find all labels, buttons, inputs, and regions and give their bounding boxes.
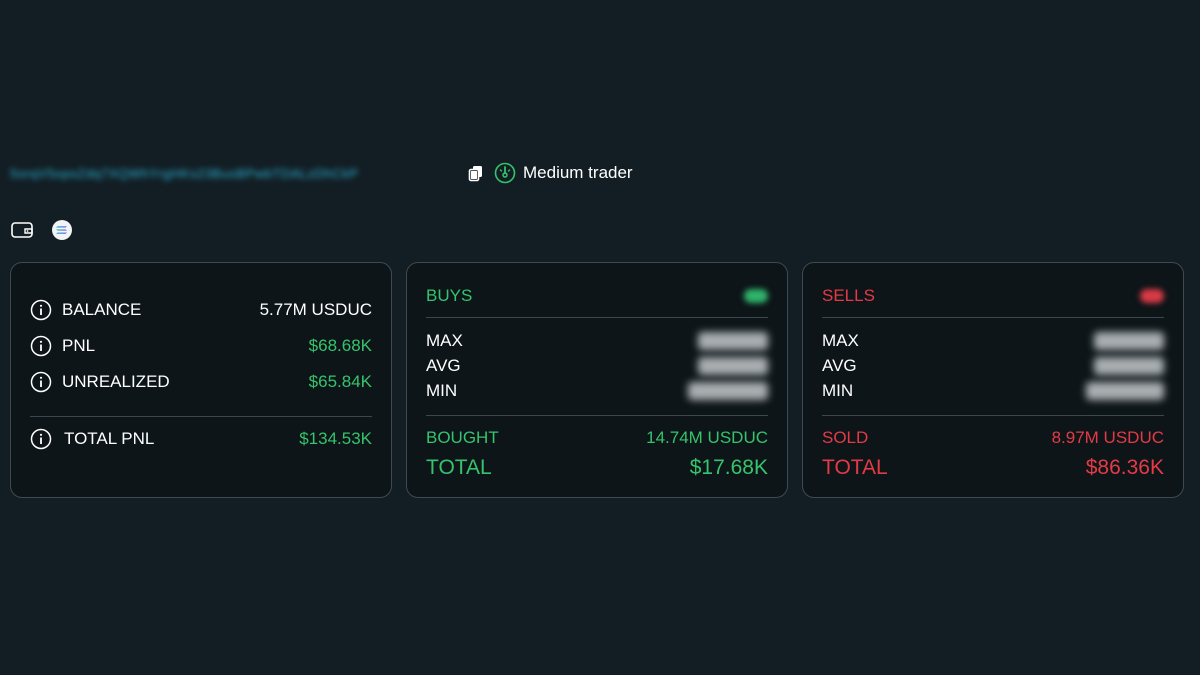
chain-toolbar <box>10 218 90 242</box>
info-icon[interactable] <box>30 299 52 321</box>
total-pnl-label: TOTAL PNL <box>64 429 155 448</box>
redacted-value <box>1094 332 1164 350</box>
info-icon[interactable] <box>30 371 52 393</box>
sells-header: SELLS <box>822 285 1164 307</box>
total-label: TOTAL <box>426 456 492 479</box>
pnl-value: $68.68K <box>308 336 372 355</box>
card-divider <box>426 317 768 318</box>
card-divider <box>822 415 1164 416</box>
redacted-value <box>1086 382 1164 400</box>
balance-row: BALANCE 5.77M USDUC <box>30 298 372 322</box>
sells-total-value: $86.36K <box>1085 456 1164 479</box>
redacted-value <box>698 332 768 350</box>
avg-label: AVG <box>426 356 461 375</box>
sells-count-badge <box>1140 289 1164 303</box>
sold-label: SOLD <box>822 428 869 447</box>
buys-avg-row: AVG <box>426 355 768 377</box>
buys-max-row: MAX <box>426 330 768 352</box>
info-icon[interactable] <box>30 335 52 357</box>
card-divider <box>426 415 768 416</box>
gauge-icon <box>494 162 516 184</box>
balance-value: 5.77M USDUC <box>259 300 372 319</box>
sold-value: 8.97M USDUC <box>1051 428 1164 447</box>
copy-icon[interactable] <box>466 163 486 183</box>
total-label: TOTAL <box>822 456 888 479</box>
sells-card: SELLS MAX AVG MIN SOLD 8.97M USDUC TOTAL… <box>802 262 1184 498</box>
pnl-row: PNL $68.68K <box>30 334 372 358</box>
bought-row: BOUGHT 14.74M USDUC <box>426 426 768 450</box>
buys-title: BUYS <box>426 286 473 305</box>
min-label: MIN <box>822 381 854 400</box>
sells-total-row: TOTAL $86.36K <box>822 454 1164 482</box>
balance-label: BALANCE <box>62 300 142 319</box>
wallet-header: 5orqV5opsZdq7XQWhYrgHKs23BusBPwbTDALzDhC… <box>10 160 633 186</box>
buys-count-badge <box>744 289 768 303</box>
sold-row: SOLD 8.97M USDUC <box>822 426 1164 450</box>
card-divider <box>30 416 372 417</box>
buys-total-row: TOTAL $17.68K <box>426 454 768 482</box>
max-label: MAX <box>822 331 859 350</box>
unrealized-row: UNREALIZED $65.84K <box>30 370 372 394</box>
sells-title: SELLS <box>822 286 875 305</box>
redacted-value <box>698 357 768 375</box>
info-icon[interactable] <box>30 428 52 450</box>
bought-value: 14.74M USDUC <box>646 428 768 447</box>
trader-badge: Medium trader <box>494 162 633 184</box>
wallet-address[interactable]: 5orqV5opsZdq7XQWhYrgHKs23BusBPwbTDALzDhC… <box>10 166 458 181</box>
sells-avg-row: AVG <box>822 355 1164 377</box>
trader-type-label: Medium trader <box>523 163 633 182</box>
max-label: MAX <box>426 331 463 350</box>
min-label: MIN <box>426 381 458 400</box>
buys-total-value: $17.68K <box>689 456 768 479</box>
avg-label: AVG <box>822 356 857 375</box>
buys-min-row: MIN <box>426 380 768 402</box>
pnl-label: PNL <box>62 336 96 355</box>
redacted-value <box>1094 357 1164 375</box>
balance-card: BALANCE 5.77M USDUC PNL $68.68K UNREALIZ… <box>10 262 392 498</box>
total-pnl-value: $134.53K <box>299 429 372 448</box>
total-pnl-row: TOTAL PNL $134.53K <box>30 427 372 451</box>
bought-label: BOUGHT <box>426 428 499 447</box>
card-divider <box>822 317 1164 318</box>
sells-min-row: MIN <box>822 380 1164 402</box>
sells-max-row: MAX <box>822 330 1164 352</box>
buys-card: BUYS MAX AVG MIN BOUGHT 14.74M USDUC TOT… <box>406 262 788 498</box>
unrealized-label: UNREALIZED <box>62 372 170 391</box>
wallet-icon[interactable] <box>10 218 34 242</box>
unrealized-value: $65.84K <box>308 372 372 391</box>
buys-header: BUYS <box>426 285 768 307</box>
redacted-value <box>688 382 768 400</box>
solana-icon[interactable] <box>50 218 74 242</box>
